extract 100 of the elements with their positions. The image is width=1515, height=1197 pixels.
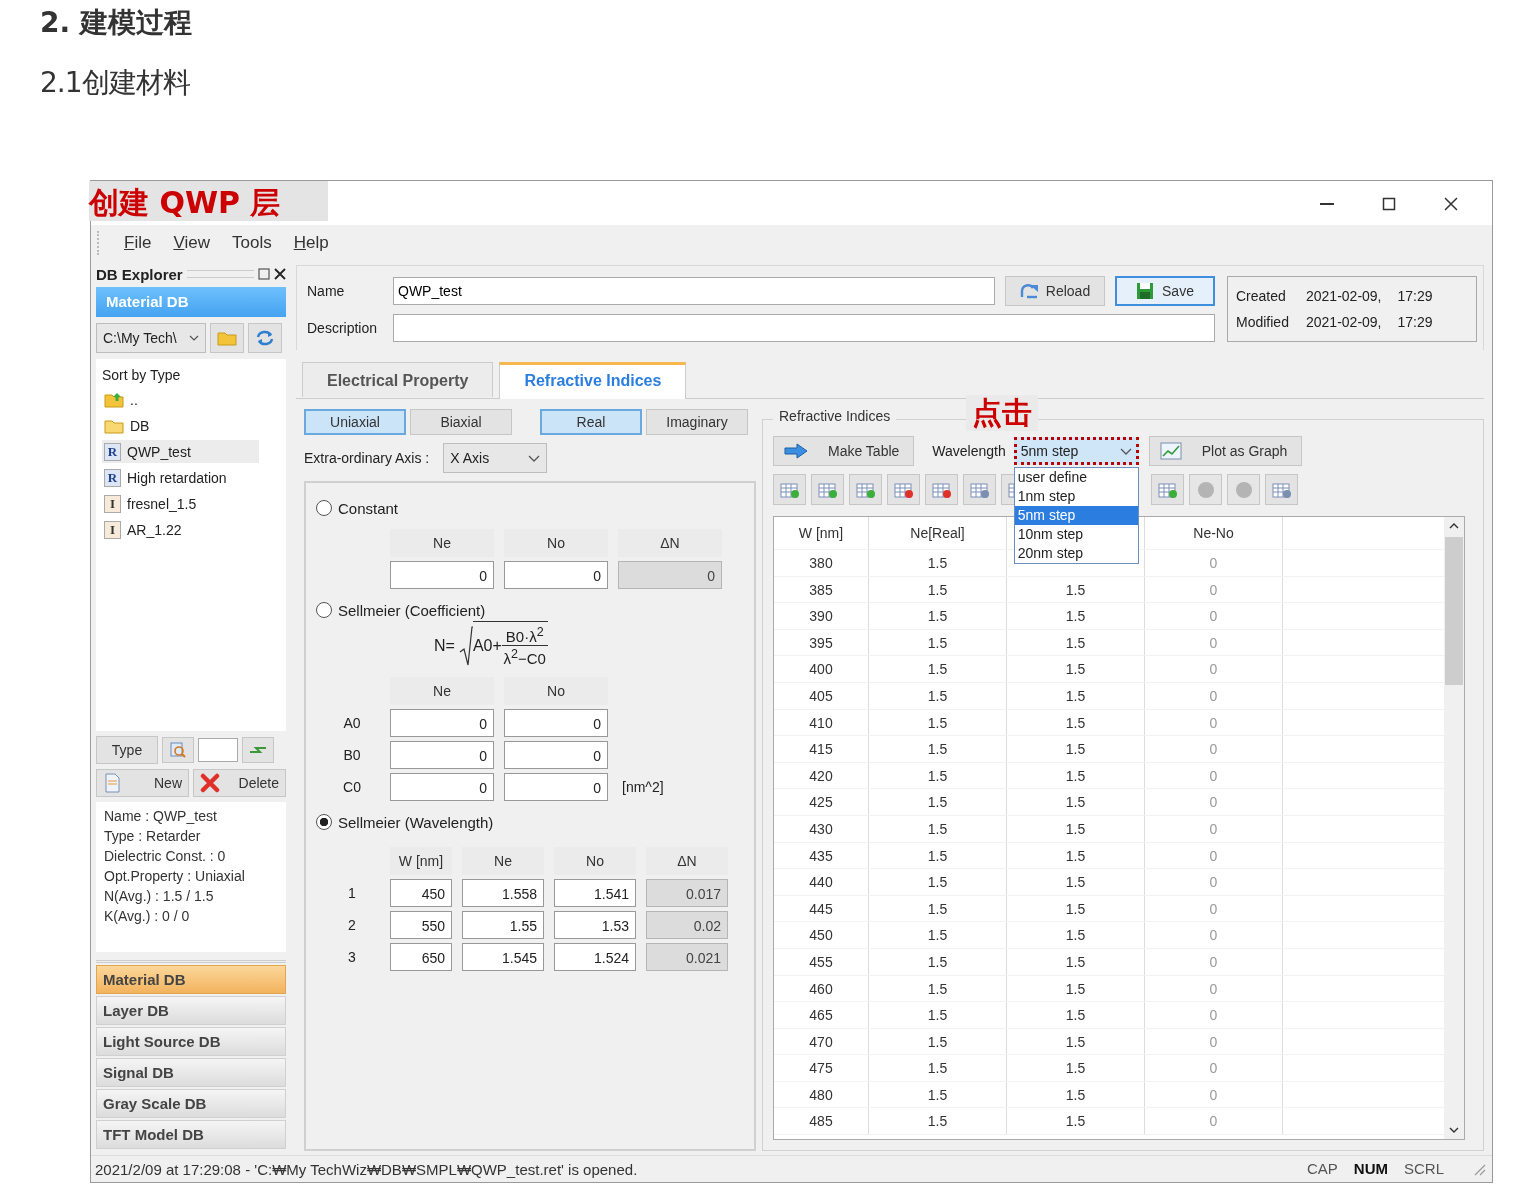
table-cell: 1.5 (1007, 762, 1145, 789)
table-cell: 415 (774, 736, 869, 762)
table-cell: 0 (1145, 815, 1283, 842)
row-label: 1 (347, 885, 357, 901)
type-badge: R (104, 442, 121, 461)
group-title: Refractive Indices (773, 408, 897, 424)
table-cell: 1.5 (869, 736, 1007, 762)
table-cell: 1.5 (869, 975, 1007, 1002)
table-cell: 1.5 (869, 922, 1007, 948)
table-cell: 435 (774, 842, 869, 869)
table-cell: 1.5 (1007, 815, 1145, 842)
table-cell: 455 (774, 948, 869, 975)
table-cell: 450 (774, 922, 869, 948)
column-header: No (504, 529, 608, 557)
table-cell: 1.5 (869, 842, 1007, 869)
table-cell: 0 (1145, 1108, 1283, 1135)
panel-title: DB Explorer (96, 265, 183, 283)
table-cell: 1.5 (1007, 789, 1145, 815)
table-cell: 1.5 (1007, 1081, 1145, 1108)
table-cell: 1.5 (1007, 1028, 1145, 1055)
time-value: 17:29 (1397, 288, 1433, 304)
formula-text: A0+ (472, 636, 502, 655)
column-header: ΔN (618, 529, 722, 557)
table-cell: 475 (774, 1055, 869, 1081)
table-cell: 1.5 (1007, 948, 1145, 975)
column-header: ΔN (646, 847, 728, 875)
type-badge: I (104, 494, 121, 513)
table-cell: 1.5 (1007, 1002, 1145, 1028)
date-value: 2021-02-09, (1306, 288, 1382, 304)
table-cell: 1.5 (1007, 603, 1145, 629)
field-label: Description (307, 320, 379, 336)
table-cell: 1.5 (1007, 709, 1145, 736)
status-indicator: SCRL (1403, 1159, 1445, 1179)
table-cell: 1.5 (1007, 922, 1145, 948)
table-cell: 0 (1145, 1028, 1283, 1055)
table-cell: 0 (1145, 576, 1283, 603)
info-text: N(Avg.) : 1.5 / 1.5 (104, 888, 215, 904)
table-cell: 0 (1145, 789, 1283, 815)
table-cell: 1.5 (1007, 975, 1145, 1002)
type-badge: I (104, 520, 121, 539)
column-header: No (504, 677, 608, 705)
table-cell: 1.5 (869, 1055, 1007, 1081)
table-cell: 440 (774, 869, 869, 895)
column-header: W [nm] (774, 517, 869, 549)
info-text: Opt.Property : Uniaxial (104, 868, 246, 884)
date-value: 2021-02-09, (1306, 314, 1382, 330)
table-cell: 0 (1145, 922, 1283, 948)
table-cell: 1.5 (1007, 656, 1145, 682)
row-label: A0 (342, 715, 362, 731)
table-cell: 1.5 (869, 895, 1007, 922)
table-cell: 1.5 (869, 550, 1007, 576)
time-value: 17:29 (1397, 314, 1433, 330)
type-badge: R (104, 468, 121, 487)
table-cell: 1.5 (1007, 895, 1145, 922)
table-cell: 1.5 (869, 1081, 1007, 1108)
table-cell: 0 (1145, 682, 1283, 709)
table-cell: 1.5 (869, 629, 1007, 656)
table-cell: 1.5 (869, 1002, 1007, 1028)
status-indicator: CAP (1305, 1159, 1339, 1179)
row-label: B0 (342, 747, 362, 763)
table-cell: 0 (1145, 656, 1283, 682)
info-text: Dielectric Const. : 0 (104, 848, 227, 864)
table-cell: 1.5 (869, 762, 1007, 789)
table-cell: 0 (1145, 975, 1283, 1002)
table-cell: 0 (1145, 869, 1283, 895)
table-cell: 445 (774, 895, 869, 922)
table-cell: 0 (1145, 762, 1283, 789)
table-cell: 1.5 (1007, 1108, 1145, 1135)
formula-text: N= (434, 637, 455, 655)
table-cell: 1.5 (1007, 576, 1145, 603)
column-header: Ne (390, 677, 494, 705)
table-cell: 0 (1145, 550, 1283, 576)
table-cell: 395 (774, 629, 869, 656)
value-display: 0 (618, 561, 722, 589)
field-label: Wavelength (932, 443, 1006, 459)
row-label: C0 (342, 779, 362, 795)
subsection-heading: 2.1创建材料 (39, 65, 191, 101)
table-cell: 1.5 (869, 576, 1007, 603)
table-cell: 465 (774, 1002, 869, 1028)
formula-text: λ$^{2}$−C0 (503, 646, 546, 667)
table-cell: 1.5 (1007, 629, 1145, 656)
table-cell: 385 (774, 576, 869, 603)
table-cell: 405 (774, 682, 869, 709)
table-cell: 0 (1145, 603, 1283, 629)
table-cell: 0 (1145, 736, 1283, 762)
column-header: Ne (390, 529, 494, 557)
status-text: 2021/2/09 at 17:29:08 - 'C:₩My TechWiz₩DB₩SMPL₩QWP_test.ret' is opened. (95, 1160, 639, 1178)
value-display: 0.021 (646, 943, 728, 971)
table-cell: 485 (774, 1108, 869, 1135)
info-text: Name : QWP_test (104, 808, 218, 824)
row-label: 3 (347, 949, 357, 965)
value-display: 0.017 (646, 879, 728, 907)
table-cell: 390 (774, 603, 869, 629)
table-cell: 470 (774, 1028, 869, 1055)
column-header: No (554, 847, 636, 875)
table-cell: 430 (774, 815, 869, 842)
table-cell: 1.5 (869, 789, 1007, 815)
status-indicator: NUM (1352, 1159, 1389, 1179)
table-cell: 1.5 (869, 948, 1007, 975)
table-cell: 380 (774, 550, 869, 576)
